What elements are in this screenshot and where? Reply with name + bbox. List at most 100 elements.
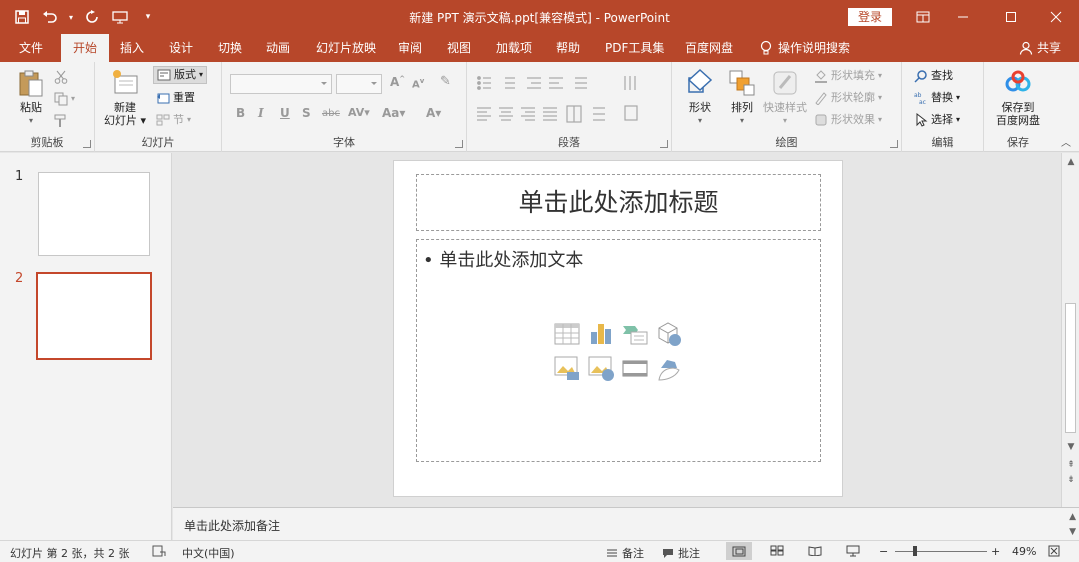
maximize-icon[interactable] (988, 0, 1034, 34)
tab-review[interactable]: 审阅 (398, 34, 422, 62)
fit-slide-icon[interactable] (1048, 545, 1060, 557)
insert-icons-icon[interactable] (655, 354, 683, 382)
shadow-icon[interactable]: S (302, 106, 311, 120)
zoom-slider-knob[interactable] (912, 546, 917, 556)
notes-scroll-down-icon[interactable]: ▼ (1069, 527, 1076, 537)
comments-toggle-button[interactable]: 批注 (662, 545, 700, 561)
reading-view-button[interactable] (808, 545, 822, 556)
share-button[interactable]: 共享 (1019, 34, 1061, 62)
change-case-icon[interactable]: Aa▾ (382, 106, 405, 120)
clear-formatting-icon[interactable]: ✎ (440, 74, 451, 89)
font-launcher-icon[interactable] (455, 140, 463, 148)
insert-video-icon[interactable] (621, 354, 649, 382)
close-icon[interactable] (1033, 0, 1079, 34)
insert-table-icon[interactable] (553, 320, 581, 348)
scrollbar-thumb[interactable] (1065, 303, 1076, 433)
tab-help[interactable]: 帮助 (556, 34, 580, 62)
shapes-button[interactable]: 形状 ▾ (682, 68, 718, 127)
scroll-down-icon[interactable]: ▼ (1066, 442, 1076, 452)
strikethrough-icon[interactable]: abc (322, 108, 340, 119)
content-placeholder[interactable]: • 单击此处添加文本 (416, 239, 821, 462)
font-color-icon[interactable]: A▾ (426, 106, 441, 120)
bold-icon[interactable]: B (236, 106, 245, 120)
next-slide-icon[interactable]: ⇟ (1066, 475, 1076, 485)
zoom-level[interactable]: 49% (1012, 545, 1036, 558)
select-button[interactable]: 选择 ▾ (914, 111, 960, 129)
quick-styles-button[interactable]: 快速样式 ▾ (760, 68, 810, 127)
new-slide-button[interactable]: 新建 幻灯片 ▾ (101, 68, 149, 127)
slide-thumbnail[interactable] (38, 172, 150, 256)
font-name-combo[interactable] (230, 74, 332, 94)
tab-slideshow[interactable]: 幻灯片放映 (316, 34, 376, 62)
insert-3d-model-icon[interactable] (655, 320, 683, 348)
insert-smartart-icon[interactable] (621, 320, 649, 348)
section-button[interactable]: 节 ▾ (156, 111, 191, 129)
tab-animations[interactable]: 动画 (266, 34, 290, 62)
paste-button[interactable]: 粘贴 ▾ (14, 68, 48, 127)
slide-thumbnail-selected[interactable] (36, 272, 152, 360)
italic-icon[interactable]: I (258, 106, 264, 120)
language-indicator[interactable]: 中文(中国) (182, 545, 235, 561)
tab-home[interactable]: 开始 (61, 34, 110, 62)
redo-icon[interactable] (80, 6, 104, 28)
slideshow-button[interactable] (846, 545, 860, 557)
tab-design[interactable]: 设计 (169, 34, 193, 62)
insert-picture-icon[interactable] (553, 354, 581, 382)
tab-transitions[interactable]: 切换 (218, 34, 242, 62)
paragraph-tools-icons[interactable] (475, 74, 665, 134)
arrange-button[interactable]: 排列 ▾ (724, 68, 760, 127)
underline-icon[interactable]: U (280, 106, 290, 120)
undo-icon[interactable] (38, 6, 62, 28)
collapse-ribbon-icon[interactable]: ︿ (1061, 134, 1071, 149)
cut-button[interactable] (54, 68, 68, 86)
minimize-icon[interactable] (940, 0, 986, 34)
tab-view[interactable]: 视图 (447, 34, 471, 62)
paragraph-launcher-icon[interactable] (660, 140, 668, 148)
save-to-baidu-button[interactable]: 保存到 百度网盘 (990, 68, 1046, 127)
shape-effects-button[interactable]: 形状效果 ▾ (814, 111, 882, 129)
zoom-out-icon[interactable]: − (879, 545, 888, 558)
format-painter-button[interactable] (54, 112, 68, 130)
notes-toggle-button[interactable]: 备注 (606, 545, 644, 561)
scroll-up-icon[interactable]: ▲ (1066, 157, 1076, 167)
login-button[interactable]: 登录 (848, 8, 892, 26)
title-placeholder[interactable]: 单击此处添加标题 (416, 174, 821, 231)
vertical-scrollbar[interactable]: ▲ ▼ ⇞ ⇟ (1061, 153, 1079, 507)
slide-sorter-button[interactable] (770, 545, 784, 556)
tab-pdf-tools[interactable]: PDF工具集 (605, 34, 664, 62)
shrink-font-icon[interactable]: Av (412, 77, 424, 90)
notes-scroll-up-icon[interactable]: ▲ (1069, 512, 1076, 522)
tab-addins[interactable]: 加载项 (496, 34, 532, 62)
undo-dropdown-icon[interactable]: ▾ (66, 6, 76, 28)
shape-outline-button[interactable]: 形状轮廓 ▾ (814, 89, 882, 107)
zoom-slider[interactable] (895, 546, 987, 556)
previous-slide-icon[interactable]: ⇞ (1066, 460, 1076, 470)
copy-button[interactable]: ▾ (54, 90, 75, 108)
layout-button[interactable]: 版式 ▾ (153, 66, 208, 84)
character-spacing-icon[interactable]: AV▾ (348, 106, 370, 119)
grow-font-icon[interactable]: A^ (390, 75, 405, 89)
slide-thumbnail-pane: 1 2 (0, 153, 172, 540)
save-icon[interactable] (10, 6, 34, 28)
start-from-beginning-icon[interactable] (108, 6, 132, 28)
shape-fill-button[interactable]: 形状填充 ▾ (814, 67, 882, 85)
reset-button[interactable]: 重置 (156, 89, 195, 107)
slide-count[interactable]: 幻灯片 第 2 张，共 2 张 (10, 545, 129, 561)
insert-online-picture-icon[interactable] (587, 354, 615, 382)
tell-me-search[interactable]: 操作说明搜索 (760, 34, 850, 62)
tab-baidu-netdisk[interactable]: 百度网盘 (685, 34, 733, 62)
customize-qat-icon[interactable]: ▾ (136, 6, 160, 28)
clipboard-launcher-icon[interactable] (83, 140, 91, 148)
notes-pane[interactable]: 单击此处添加备注 ▲ ▼ (173, 507, 1079, 540)
drawing-launcher-icon[interactable] (890, 140, 898, 148)
tab-file[interactable]: 文件 (19, 34, 43, 62)
replace-button[interactable]: ab ac 替换 ▾ (914, 89, 960, 107)
accessibility-icon[interactable] (152, 545, 166, 557)
zoom-in-icon[interactable]: + (991, 545, 1000, 558)
find-button[interactable]: 查找 (914, 67, 953, 85)
tab-insert[interactable]: 插入 (120, 34, 144, 62)
section-icon (156, 114, 170, 126)
font-size-combo[interactable] (336, 74, 382, 94)
normal-view-button[interactable] (726, 542, 752, 560)
insert-chart-icon[interactable] (587, 320, 615, 348)
